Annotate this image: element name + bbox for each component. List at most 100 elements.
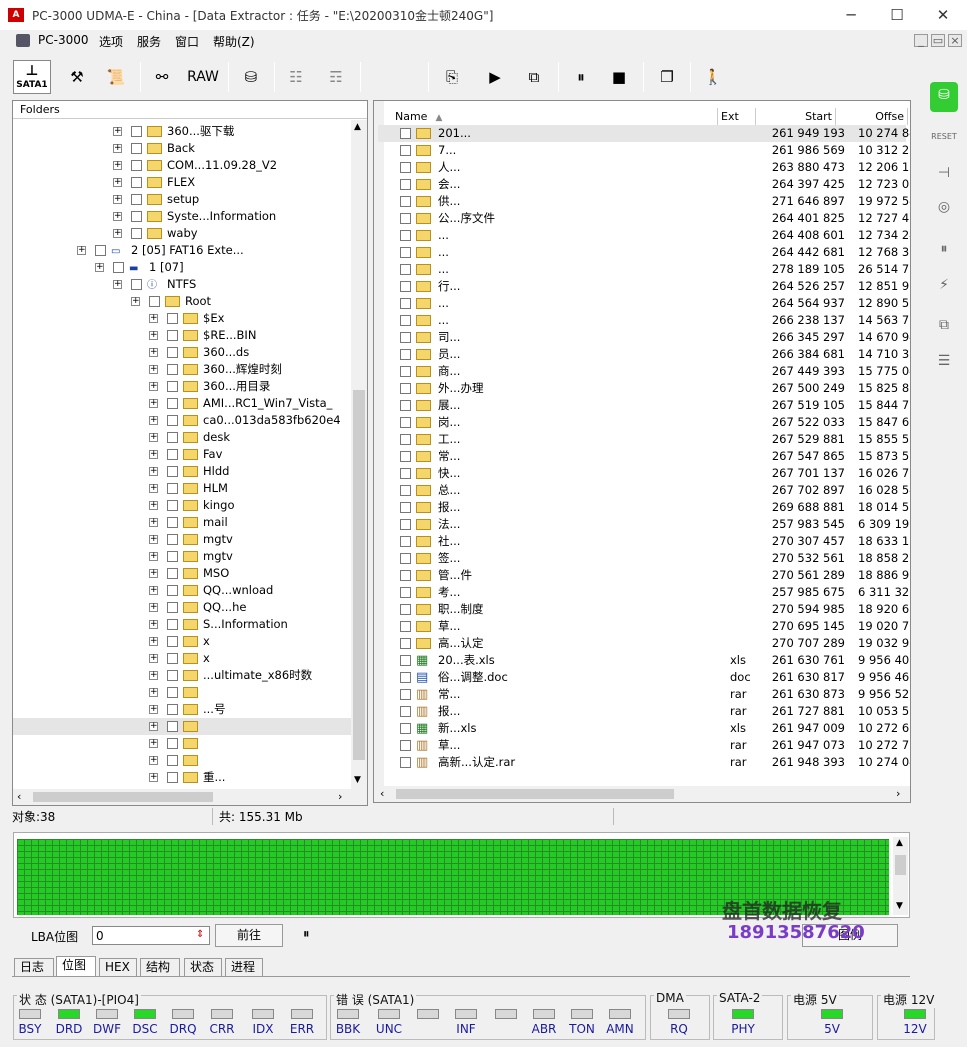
- scroll-right-icon[interactable]: ›: [338, 790, 342, 803]
- row-checkbox[interactable]: [400, 706, 411, 717]
- expand-icon[interactable]: +: [149, 416, 158, 425]
- tree-node[interactable]: + ...号: [13, 701, 351, 718]
- tree-node[interactable]: + AMI...RC1_Win7_Vista_: [13, 395, 351, 412]
- file-row[interactable]: 员... 266 384 681 14 710 32: [378, 346, 910, 363]
- tree-checkbox[interactable]: [131, 143, 142, 154]
- column-name[interactable]: Name ▲: [392, 108, 718, 125]
- expand-icon[interactable]: +: [149, 433, 158, 442]
- tree-checkbox[interactable]: [131, 160, 142, 171]
- expand-icon[interactable]: +: [149, 586, 158, 595]
- tree-checkbox[interactable]: [167, 347, 178, 358]
- expand-icon[interactable]: +: [113, 195, 122, 204]
- row-checkbox[interactable]: [400, 230, 411, 241]
- row-checkbox[interactable]: [400, 672, 411, 683]
- row-checkbox[interactable]: [400, 315, 411, 326]
- row-checkbox[interactable]: [400, 145, 411, 156]
- tree-checkbox[interactable]: [167, 551, 178, 562]
- menu-help[interactable]: 帮助(Z): [213, 33, 255, 50]
- row-checkbox[interactable]: [400, 468, 411, 479]
- file-row[interactable]: ▥ 常... rar 261 630 873 9 956 52: [378, 686, 909, 703]
- expand-icon[interactable]: +: [77, 246, 86, 255]
- expand-icon[interactable]: +: [149, 450, 158, 459]
- tree-node[interactable]: + MSO: [13, 565, 351, 582]
- expand-icon[interactable]: +: [149, 654, 158, 663]
- minimize-button[interactable]: ─: [828, 0, 874, 30]
- file-row[interactable]: ▥高新...认定.rarrar261 948 39310 274 04: [378, 754, 910, 771]
- expand-icon[interactable]: +: [149, 705, 158, 714]
- row-checkbox[interactable]: [400, 298, 411, 309]
- go-button[interactable]: 前往: [215, 924, 283, 947]
- tree-hscroll-thumb[interactable]: [33, 792, 213, 802]
- file-row[interactable]: 岗... 267 522 033 15 847 68: [378, 414, 910, 431]
- file-row[interactable]: 人... 263 880 473 12 206 12: [378, 159, 910, 176]
- scroll-up-icon[interactable]: ▲: [354, 122, 361, 132]
- file-row[interactable]: 7... 261 986 569 10 312 21: [378, 142, 910, 159]
- copy-icon[interactable]: ⧉: [930, 312, 958, 338]
- jumper-icon[interactable]: ⊣: [930, 160, 958, 186]
- tree-node[interactable]: + waby: [13, 225, 351, 242]
- menu-service[interactable]: 服务: [137, 33, 161, 50]
- file-row[interactable]: 展... 267 519 105 15 844 75: [378, 397, 910, 414]
- list-horizontal-scrollbar[interactable]: ‹ ›: [374, 786, 910, 802]
- expand-icon[interactable]: +: [149, 348, 158, 357]
- expand-icon[interactable]: +: [149, 518, 158, 527]
- tree-scroll-thumb[interactable]: [353, 390, 365, 760]
- tree-node[interactable]: + Back: [13, 140, 351, 157]
- disk-stack-icon[interactable]: ⛁: [236, 60, 266, 94]
- expand-icon[interactable]: +: [149, 620, 158, 629]
- file-row[interactable]: 管...件 270 561 289 18 886 93: [378, 567, 910, 584]
- tab-5[interactable]: 进程: [225, 958, 263, 976]
- expand-icon[interactable]: +: [113, 144, 122, 153]
- tree-node[interactable]: + mgtv: [13, 531, 351, 548]
- file-row[interactable]: ... 264 408 601 12 734 24: [378, 227, 910, 244]
- network-icon[interactable]: ⧉: [517, 60, 551, 94]
- reset-icon[interactable]: RESET: [930, 122, 958, 148]
- expand-icon[interactable]: +: [113, 178, 122, 187]
- tree-checkbox[interactable]: [167, 415, 178, 426]
- tree-node[interactable]: + 重...: [13, 769, 351, 786]
- file-row[interactable]: 快... 267 701 137 16 026 78: [378, 465, 910, 482]
- expand-icon[interactable]: +: [149, 382, 158, 391]
- lba-pause-icon[interactable]: ⏸: [303, 927, 310, 942]
- stop-icon[interactable]: ■: [604, 60, 634, 94]
- tab-4[interactable]: 状态: [184, 958, 222, 976]
- tree-node[interactable]: + x: [13, 650, 351, 667]
- row-checkbox[interactable]: [400, 723, 411, 734]
- row-checkbox[interactable]: [400, 485, 411, 496]
- tree-view-icon[interactable]: ☷: [281, 60, 311, 94]
- tree-node[interactable]: + Fav: [13, 446, 351, 463]
- file-row[interactable]: ... 264 564 937 12 890 58: [378, 295, 910, 312]
- expand-icon[interactable]: +: [131, 297, 140, 306]
- row-checkbox[interactable]: [400, 451, 411, 462]
- play-icon[interactable]: ▶: [480, 60, 510, 94]
- file-row[interactable]: ... 266 238 137 14 563 78: [378, 312, 910, 329]
- tree-checkbox[interactable]: [167, 653, 178, 664]
- tree-checkbox[interactable]: [167, 772, 178, 783]
- tree-node[interactable]: + QQ...wnload: [13, 582, 351, 599]
- expand-icon[interactable]: +: [149, 569, 158, 578]
- tree-node[interactable]: + FLEX: [13, 174, 351, 191]
- row-checkbox[interactable]: [400, 536, 411, 547]
- expand-icon[interactable]: +: [149, 501, 158, 510]
- file-row[interactable]: ... 264 442 681 12 768 32: [378, 244, 910, 261]
- tree-checkbox[interactable]: [167, 704, 178, 715]
- tree-checkbox[interactable]: [167, 466, 178, 477]
- tree-expand-icon[interactable]: ☶: [318, 60, 354, 94]
- tree-checkbox[interactable]: [167, 585, 178, 596]
- expand-icon[interactable]: +: [149, 688, 158, 697]
- expand-icon[interactable]: +: [149, 722, 158, 731]
- expand-icon[interactable]: +: [113, 127, 122, 136]
- tree-checkbox[interactable]: [167, 568, 178, 579]
- expand-icon[interactable]: +: [95, 263, 104, 272]
- row-checkbox[interactable]: [400, 638, 411, 649]
- file-row[interactable]: 外...办理 267 500 249 15 825 89: [378, 380, 910, 397]
- file-row[interactable]: 行... 264 526 257 12 851 90: [378, 278, 910, 295]
- tools-icon[interactable]: ⚒: [62, 60, 92, 94]
- file-row[interactable]: 201... 261 949 193 10 274 84: [378, 125, 910, 142]
- tree-node[interactable]: + setup: [13, 191, 351, 208]
- tree-node[interactable]: +360...辉煌时刻: [13, 361, 351, 378]
- tree-checkbox[interactable]: [167, 670, 178, 681]
- tree-node[interactable]: + $Ex: [13, 310, 351, 327]
- tree-checkbox[interactable]: [131, 228, 142, 239]
- row-checkbox[interactable]: [400, 332, 411, 343]
